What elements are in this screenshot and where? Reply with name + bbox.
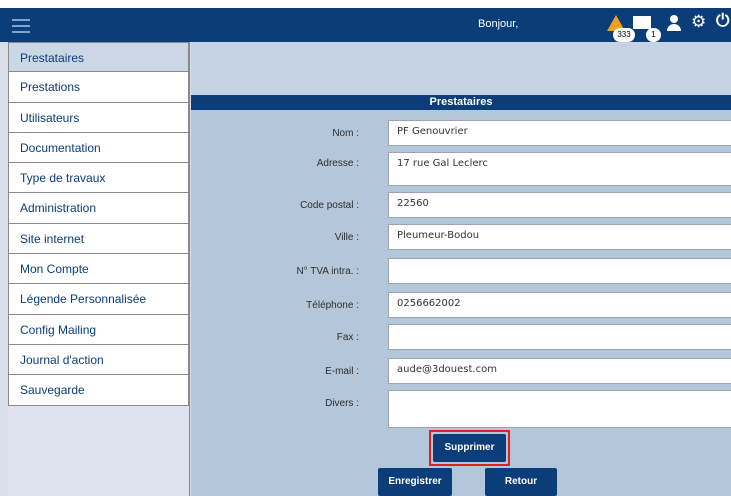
divers-label: Divers : [325,398,359,409]
nom-label: Nom : [332,128,359,139]
save-button[interactable]: Enregistrer [378,468,452,496]
sidebar-item-site-internet[interactable]: Site internet [8,223,189,255]
tva-label: N° TVA intra. : [296,266,359,277]
sidebar-item-utilisateurs[interactable]: Utilisateurs [8,102,189,133]
sidebar-item-sauvegarde[interactable]: Sauvegarde [8,375,189,406]
sidebar-item-journal-action[interactable]: Journal d'action [8,344,189,376]
ville-label: Ville : [334,232,359,243]
tva-field[interactable] [388,258,731,284]
user-icon[interactable] [666,15,682,31]
email-label: E-mail : [325,366,359,377]
nom-field[interactable]: PF Genouvrier [388,120,731,146]
divers-field[interactable] [388,390,731,428]
sidebar-item-config-mailing[interactable]: Config Mailing [8,314,189,345]
form-panel: Nom : PF Genouvrier Adresse : 17 rue Gal… [191,110,731,496]
code-postal-field[interactable]: 22560 [388,192,731,218]
gear-icon[interactable]: ⚙ [691,13,706,31]
adresse-label: Adresse : [316,158,359,169]
sidebar-item-legende-personnalisee[interactable]: Légende Personnalisée [8,284,189,315]
fax-label: Fax : [336,332,359,343]
sidebar-item-documentation[interactable]: Documentation [8,132,189,164]
code-postal-label: Code postal : [300,200,359,211]
header-icons: 333 1 ⚙ ⏻ [591,11,731,42]
sidebar-item-mon-compte[interactable]: Mon Compte [8,254,189,285]
sidebar-item-administration[interactable]: Administration [8,193,189,224]
menu-icon[interactable] [12,19,30,33]
sidebar-item-type-de-travaux[interactable]: Type de travaux [8,163,189,194]
telephone-label: Téléphone : [306,300,359,311]
top-bar: Bonjour, 333 1 ⚙ ⏻ [0,0,731,42]
message-icon[interactable] [633,16,651,29]
panel-title: Prestataires [191,95,731,110]
sidebar-item-prestataires[interactable]: Prestataires [8,42,189,73]
back-button[interactable]: Retour [485,468,557,496]
alerts-badge: 333 [613,28,635,42]
power-icon[interactable]: ⏻ [716,12,729,30]
greeting-text: Bonjour, [478,18,519,30]
main-content: Prestataires Nom : PF Genouvrier Adresse… [191,42,731,496]
fax-field[interactable] [388,324,731,350]
sub-header [191,42,731,94]
sidebar: Prestataires Prestations Utilisateurs Do… [8,42,190,496]
sidebar-item-prestations[interactable]: Prestations [8,72,189,103]
telephone-field[interactable]: 0256662002 [388,292,731,318]
messages-badge: 1 [646,28,661,42]
ville-field[interactable]: Pleumeur-Bodou [388,224,731,250]
email-field[interactable]: aude@3douest.com [388,358,731,384]
delete-button[interactable]: Supprimer [433,434,506,462]
adresse-field[interactable]: 17 rue Gal Leclerc [388,152,731,186]
